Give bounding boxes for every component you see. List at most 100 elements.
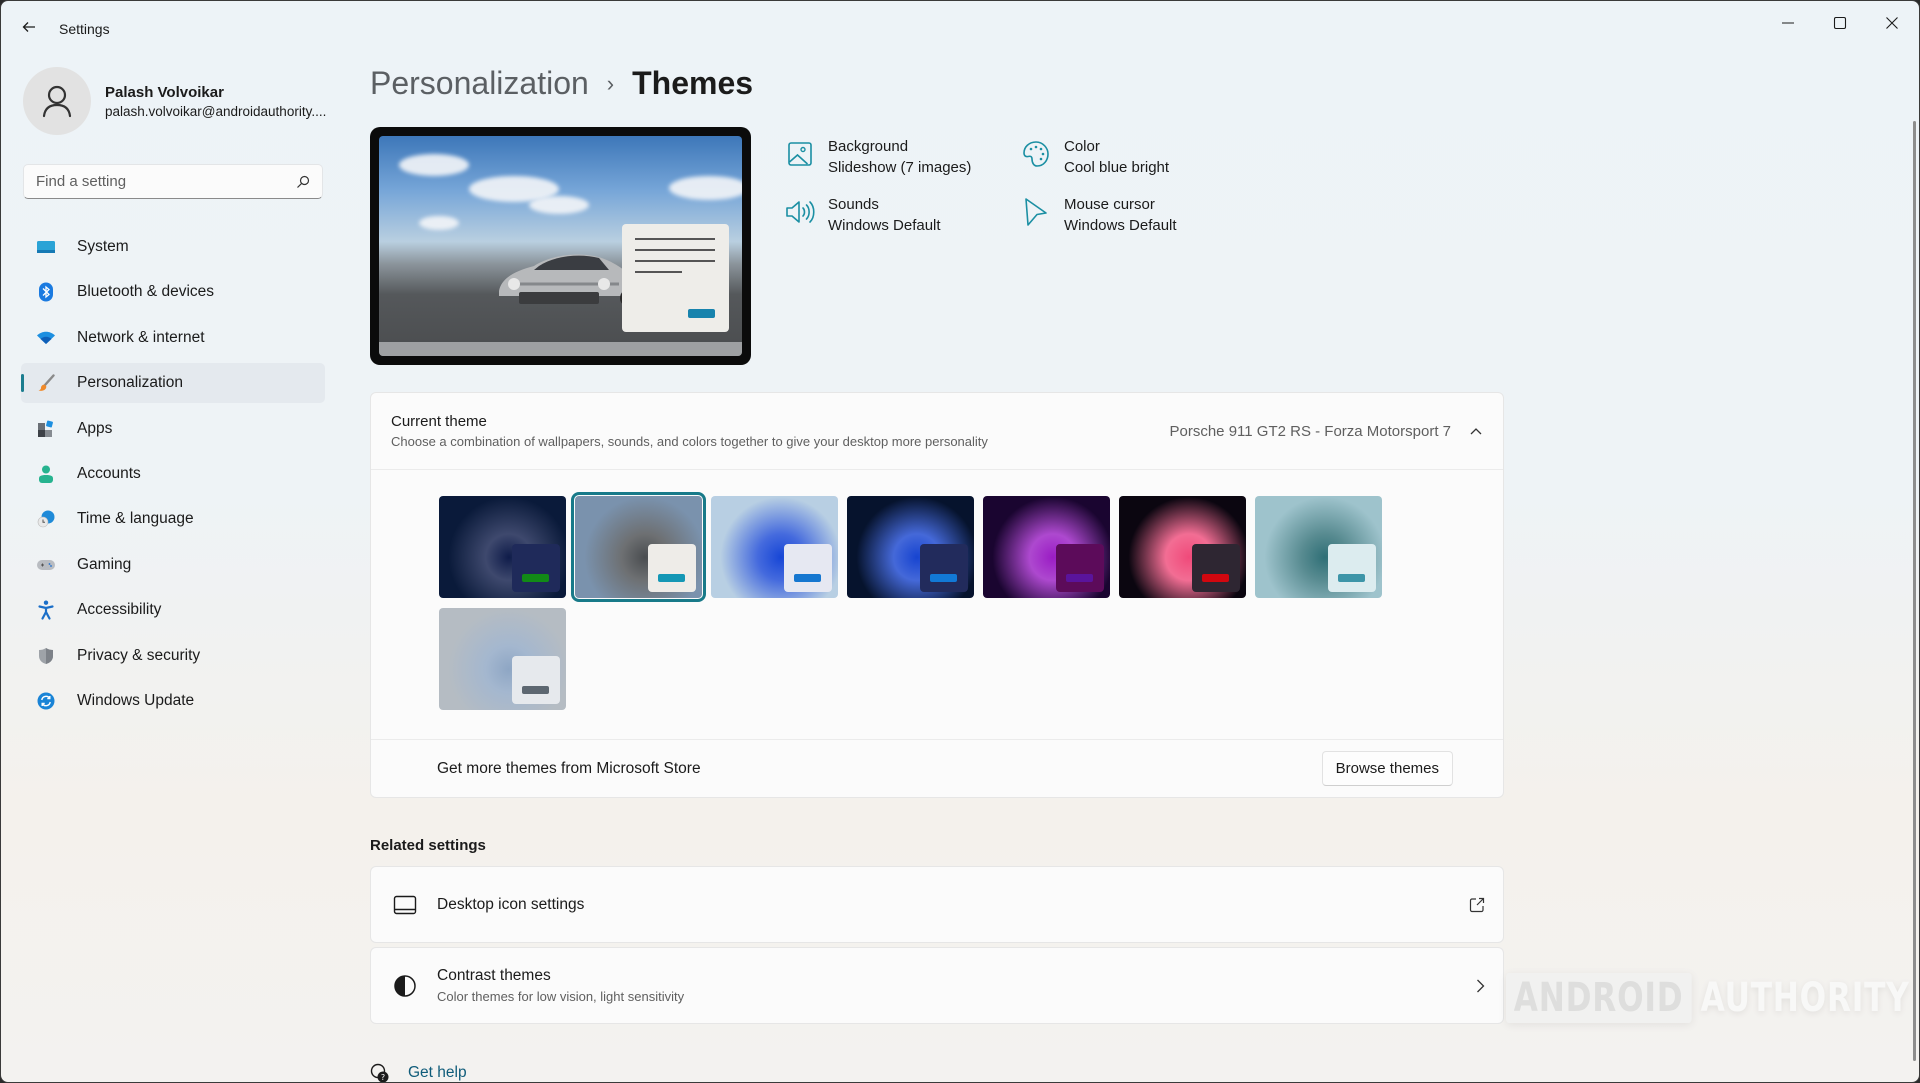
sidebar-item-label: Windows Update <box>77 691 195 709</box>
theme-thumbnail[interactable] <box>711 496 838 598</box>
theme-thumbnail[interactable] <box>847 496 974 598</box>
store-row: Get more themes from Microsoft Store Bro… <box>371 740 1503 797</box>
breadcrumb: Personalization › Themes <box>370 65 753 102</box>
minimize-icon <box>1782 22 1794 24</box>
external-link-icon <box>1469 897 1485 912</box>
search-input[interactable] <box>36 173 296 190</box>
sidebar-item-accessibility[interactable]: Accessibility <box>21 590 325 630</box>
theme-window-preview <box>1328 544 1376 592</box>
sidebar-item-label: System <box>77 238 129 255</box>
background-setting[interactable]: Background Slideshow (7 images) <box>784 136 1020 178</box>
sidebar-item-gaming[interactable]: Gaming <box>21 545 325 585</box>
bluetooth-icon <box>35 281 57 303</box>
sidebar-item-label: Accessibility <box>77 601 162 619</box>
chevron-up-icon[interactable] <box>1469 426 1483 436</box>
current-theme-card: Current theme Choose a combination of wa… <box>370 392 1504 798</box>
sidebar-item-system[interactable]: System <box>21 227 325 267</box>
color-setting[interactable]: Color Cool blue bright <box>1020 136 1220 178</box>
background-title: Background <box>828 138 909 155</box>
user-profile[interactable]: Palash Volvoikar palash.volvoikar@androi… <box>23 67 326 135</box>
sidebar-item-time-language[interactable]: Time & language <box>21 499 325 539</box>
cursor-value: Windows Default <box>1064 217 1177 234</box>
back-button[interactable] <box>17 15 41 39</box>
theme-accent-swatch <box>930 574 957 582</box>
mouse-cursor-setting[interactable]: Mouse cursor Windows Default <box>1020 194 1220 236</box>
sidebar-item-privacy[interactable]: Privacy & security <box>21 636 325 676</box>
scrollbar[interactable] <box>1913 121 1916 1061</box>
theme-thumbnail[interactable] <box>1255 496 1382 598</box>
contrast-themes-row[interactable]: Contrast themes Color themes for low vis… <box>370 947 1504 1024</box>
speaker-icon <box>784 196 816 228</box>
help-icon: ? <box>370 1063 389 1082</box>
monitor-icon <box>35 236 57 258</box>
image-icon <box>784 138 816 170</box>
current-theme-header[interactable]: Current theme Choose a combination of wa… <box>371 393 1503 470</box>
breadcrumb-parent[interactable]: Personalization <box>370 65 589 102</box>
theme-window-preview <box>512 656 560 704</box>
refresh-icon <box>35 690 57 712</box>
person-icon <box>35 463 57 485</box>
color-value: Cool blue bright <box>1064 159 1170 176</box>
theme-accent-swatch <box>658 574 685 582</box>
person-outline-icon <box>42 85 72 118</box>
accessibility-icon <box>35 599 57 621</box>
back-arrow-icon <box>22 22 35 32</box>
sidebar-item-accounts[interactable]: Accounts <box>21 454 325 494</box>
current-theme-title: Current theme <box>391 413 487 430</box>
theme-thumbnail[interactable] <box>439 608 566 710</box>
preview-window-mockup <box>622 224 729 332</box>
theme-accent-swatch <box>522 574 549 582</box>
desktop-icon <box>391 891 419 919</box>
search-icon[interactable] <box>296 175 310 189</box>
theme-thumbnail[interactable] <box>983 496 1110 598</box>
sidebar-item-label: Bluetooth & devices <box>77 283 215 301</box>
theme-window-preview <box>648 544 696 592</box>
contrast-themes-subtitle: Color themes for low vision, light sensi… <box>437 989 685 1004</box>
cursor-icon <box>1020 196 1052 228</box>
sounds-setting[interactable]: Sounds Windows Default <box>784 194 1020 236</box>
sounds-title: Sounds <box>828 196 879 213</box>
settings-window: Settings Palash Volvoikar palash.volvoik… <box>0 0 1920 1083</box>
shield-icon <box>35 645 57 667</box>
maximize-button[interactable] <box>1817 5 1863 41</box>
globe-clock-icon <box>35 508 57 530</box>
preview-wallpaper <box>379 136 742 356</box>
theme-accent-swatch <box>1066 574 1093 582</box>
desktop-icon-settings-row[interactable]: Desktop icon settings <box>370 866 1504 943</box>
watermark: ANDROID AUTHORITY <box>1506 973 1910 1023</box>
sidebar-item-label: Network & internet <box>77 328 205 346</box>
sidebar-item-windows-update[interactable]: Windows Update <box>21 681 325 721</box>
contrast-themes-title: Contrast themes <box>437 967 551 984</box>
theme-summary: Background Slideshow (7 images) Color Co… <box>784 136 1220 236</box>
brush-icon <box>35 372 57 394</box>
search-box[interactable] <box>23 164 323 199</box>
theme-thumbnail[interactable] <box>1119 496 1246 598</box>
theme-thumbnail[interactable] <box>439 496 566 598</box>
close-button[interactable] <box>1869 5 1915 41</box>
theme-accent-swatch <box>1338 574 1365 582</box>
theme-window-preview <box>1056 544 1104 592</box>
profile-email: palash.volvoikar@androidauthority.... <box>105 103 327 119</box>
sidebar-nav: System Bluetooth & devices Network & int… <box>21 227 325 726</box>
current-theme-value: Porsche 911 GT2 RS - Forza Motorsport 7 <box>1169 422 1452 440</box>
get-help-link[interactable]: ? Get help <box>370 1063 467 1082</box>
browse-themes-button[interactable]: Browse themes <box>1321 751 1453 786</box>
gamepad-icon <box>35 554 57 576</box>
get-help-label: Get help <box>408 1064 467 1081</box>
theme-accent-swatch <box>794 574 821 582</box>
palette-icon <box>1020 138 1052 170</box>
theme-accent-swatch <box>1202 574 1229 582</box>
sidebar-item-apps[interactable]: Apps <box>21 409 325 449</box>
sidebar-item-network[interactable]: Network & internet <box>21 318 325 358</box>
wifi-icon <box>35 327 57 349</box>
desktop-icon-settings-title: Desktop icon settings <box>437 895 585 913</box>
sidebar-item-personalization[interactable]: Personalization <box>21 363 325 404</box>
preview-taskbar <box>379 342 742 356</box>
maximize-icon <box>1833 16 1847 30</box>
theme-thumbnail[interactable] <box>571 492 706 602</box>
sidebar-item-label: Apps <box>77 419 113 437</box>
close-icon <box>1886 17 1898 29</box>
sidebar-item-bluetooth[interactable]: Bluetooth & devices <box>21 272 325 312</box>
title-bar: Settings <box>1 1 1919 57</box>
minimize-button[interactable] <box>1765 5 1811 41</box>
